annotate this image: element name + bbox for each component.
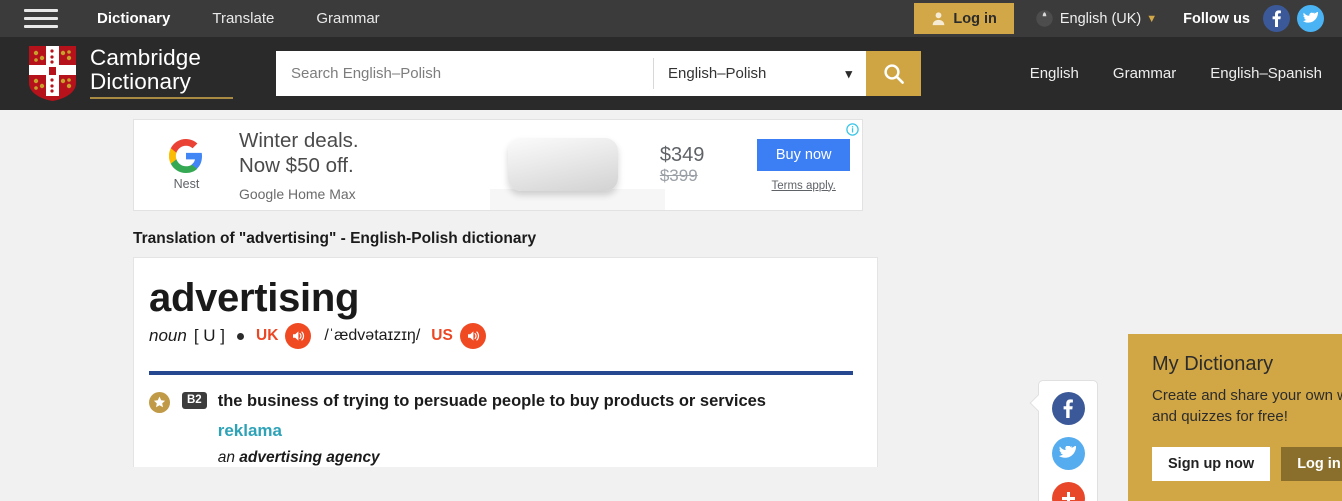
sense-block: B2 the business of trying to persuade pe… <box>149 375 853 467</box>
facebook-icon[interactable] <box>1263 5 1290 32</box>
share-rail <box>1029 380 1098 501</box>
example-highlight: advertising agency <box>239 449 380 466</box>
search-icon <box>883 63 905 85</box>
dictionary-select[interactable]: English–Polish ▾ <box>654 51 866 96</box>
advertisement-banner[interactable]: Nest Winter deals. Now $50 off. Google H… <box>133 119 863 211</box>
google-home-max-speaker-image <box>489 120 665 210</box>
dictionary-entry: advertising noun [ U ] UK /ˈædvətaɪzɪŋ/ … <box>133 257 878 467</box>
ad-price-block: $349 $399 <box>660 144 746 186</box>
person-icon <box>931 11 946 26</box>
sidebar-login-button[interactable]: Log in <box>1281 447 1342 481</box>
headword: advertising <box>149 276 360 320</box>
language-selector[interactable]: English (UK) ▼ <box>1036 10 1157 27</box>
cefr-level-badge: B2 <box>182 392 207 409</box>
twitter-icon[interactable] <box>1297 5 1324 32</box>
hamburger-line <box>24 9 58 12</box>
ad-headline-line-1: Winter deals. <box>238 129 359 152</box>
header-link-english-spanish[interactable]: English–Spanish <box>1193 65 1342 82</box>
follow-us-label: Follow us <box>1183 10 1250 27</box>
my-dictionary-actions: Sign up now Log in <box>1152 447 1342 481</box>
brand-line-1: Cambridge <box>90 45 201 70</box>
search-bar: English–Polish ▾ <box>276 51 921 96</box>
page-title: Translation of "advertising" - English-P… <box>133 230 537 247</box>
top-nav-item-translate[interactable]: Translate <box>191 0 295 37</box>
advertisement-slot: Nest Winter deals. Now $50 off. Google H… <box>133 110 863 211</box>
speaker-body <box>507 138 618 191</box>
hamburger-line <box>24 17 58 20</box>
cambridge-crest-icon <box>28 45 77 102</box>
top-nav: Dictionary Translate Grammar <box>76 0 401 37</box>
hamburger-menu-icon[interactable] <box>24 7 58 31</box>
search-button[interactable] <box>866 51 921 96</box>
part-of-speech: noun <box>149 326 187 345</box>
my-dictionary-panel: My Dictionary Create and share your own … <box>1128 334 1342 501</box>
login-button-label: Log in <box>953 10 997 27</box>
top-nav-item-dictionary[interactable]: Dictionary <box>76 0 191 37</box>
grammar-code: [ U ] <box>193 326 225 345</box>
ad-price-current: $349 <box>659 144 705 166</box>
login-button[interactable]: Log in <box>914 3 1014 34</box>
example-sentence: an advertising agency <box>218 449 766 467</box>
top-nav-item-grammar[interactable]: Grammar <box>295 0 400 37</box>
ipa-transcription: /ˈædvətaɪzɪŋ/ <box>324 327 421 344</box>
uk-region-label: UK <box>256 327 279 344</box>
example-prefix: an <box>217 449 240 466</box>
brand-underline <box>90 97 233 99</box>
search-input[interactable] <box>276 51 653 96</box>
site-header: Cambridge Dictionary English–Polish ▾ En… <box>0 37 1342 110</box>
dictionary-select-value: English–Polish <box>668 65 767 82</box>
separator-dot-icon <box>237 332 244 340</box>
plus-vertical-bar <box>1066 492 1070 501</box>
definition-text: the business of trying to persuade peopl… <box>217 392 766 410</box>
google-g-icon <box>169 139 203 173</box>
buy-now-button[interactable]: Buy now <box>756 138 851 171</box>
my-dictionary-title: My Dictionary <box>1152 353 1274 375</box>
pronunciation-line: noun [ U ] UK /ˈædvətaɪzɪŋ/ US <box>149 323 853 349</box>
us-region-label: US <box>431 327 453 344</box>
content-container: Nest Winter deals. Now $50 off. Google H… <box>133 110 1342 501</box>
sidebar: My Dictionary Create and share your own … <box>1128 334 1342 501</box>
chevron-down-icon: ▾ <box>845 65 852 81</box>
plus-more-icon[interactable] <box>1051 482 1085 501</box>
my-dictionary-description: Create and share your own word lists and… <box>1152 387 1342 425</box>
product-surface <box>489 189 665 210</box>
sign-up-now-button[interactable]: Sign up now <box>1152 447 1271 481</box>
sense-content: the business of trying to persuade peopl… <box>218 389 766 467</box>
chevron-down-icon: ▼ <box>1146 12 1158 25</box>
page-body: Nest Winter deals. Now $50 off. Google H… <box>0 110 1342 501</box>
top-utility-bar: Dictionary Translate Grammar Log in Engl… <box>0 0 1342 37</box>
twitter-icon[interactable] <box>1051 437 1085 470</box>
header-links: English Grammar English–Spanish <box>1013 37 1342 110</box>
brand-line-2: Dictionary <box>90 69 192 94</box>
adchoices-info-icon[interactable] <box>846 123 859 136</box>
globe-icon <box>1036 10 1053 27</box>
ad-price-original: $399 <box>659 166 698 185</box>
top-bar-right-group: Log in English (UK) ▼ Follow us <box>914 0 1342 37</box>
uk-speaker-icon[interactable] <box>285 323 312 349</box>
ad-brand-block: Nest <box>134 139 239 191</box>
ad-subtext: Google Home Max <box>238 186 356 202</box>
language-value: English (UK) <box>1059 10 1142 27</box>
header-link-english[interactable]: English <box>1013 65 1096 82</box>
terms-apply-link[interactable]: Terms apply. <box>772 180 836 192</box>
star-icon[interactable] <box>149 392 170 413</box>
ad-cta-block: Buy now Terms apply. <box>745 138 862 192</box>
us-speaker-icon[interactable] <box>459 323 486 349</box>
ad-copy-block: Winter deals. Now $50 off. Google Home M… <box>239 128 490 202</box>
hamburger-line <box>24 25 58 28</box>
facebook-icon[interactable] <box>1051 392 1085 425</box>
brand-wordmark: Cambridge Dictionary <box>90 46 233 101</box>
share-rail-pointer <box>1029 394 1047 412</box>
ad-brand-label: Nest <box>173 177 200 191</box>
header-link-grammar[interactable]: Grammar <box>1096 65 1193 82</box>
site-logo[interactable]: Cambridge Dictionary <box>28 45 233 102</box>
ad-headline-line-2: Now $50 off. <box>238 154 354 177</box>
translation-text[interactable]: reklama <box>218 421 766 441</box>
